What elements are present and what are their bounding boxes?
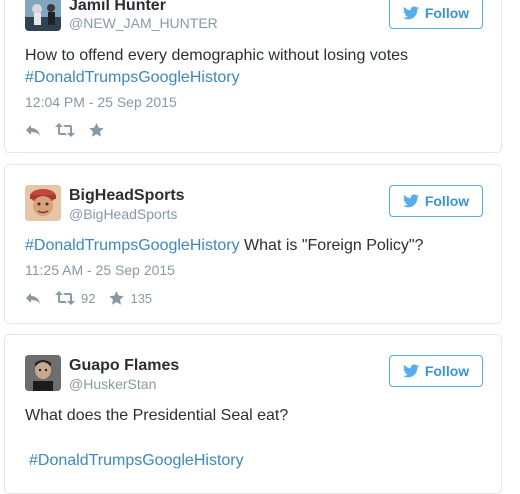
- timestamp[interactable]: 11:25 AM - 25 Sep 2015: [25, 262, 175, 278]
- tweet-actions: [25, 121, 118, 139]
- retweet-count: 92: [81, 290, 96, 306]
- tweet-hashtag-line: #DonaldTrumpsGoogleHistory: [29, 450, 481, 472]
- tweet-actions: 92 135: [25, 289, 166, 307]
- follow-button[interactable]: Follow: [389, 355, 483, 387]
- display-name[interactable]: Jamil Hunter: [69, 0, 166, 15]
- favorite-button[interactable]: [89, 123, 104, 137]
- favorite-icon: [109, 291, 125, 305]
- tweet-card: Jamil Hunter @NEW_JAM_HUNTER Follow How …: [4, 0, 502, 153]
- tweet-text: How to offend every demographic without …: [25, 45, 481, 89]
- follow-label: Follow: [424, 5, 470, 21]
- display-name[interactable]: Guapo Flames: [69, 357, 179, 375]
- favorite-button[interactable]: 135: [109, 291, 152, 306]
- retweet-button[interactable]: 92: [55, 291, 95, 306]
- twitter-bird-icon: [402, 194, 419, 208]
- display-name[interactable]: BigHeadSports: [69, 187, 185, 205]
- tweet-body: What does the Presidential Seal eat?: [25, 407, 289, 424]
- follow-button[interactable]: Follow: [389, 0, 483, 29]
- reply-icon: [26, 125, 40, 136]
- tweet-text: What does the Presidential Seal eat?: [25, 405, 481, 427]
- username[interactable]: @HuskerStan: [69, 376, 156, 392]
- retweet-icon: [55, 291, 75, 305]
- username[interactable]: @BigHeadSports: [69, 206, 177, 222]
- twitter-bird-icon: [402, 364, 419, 378]
- follow-label: Follow: [424, 363, 470, 379]
- retweet-icon: [55, 123, 75, 137]
- follow-button[interactable]: Follow: [389, 185, 483, 217]
- tweet-card: BigHeadSports @BigHeadSports Follow #Don…: [4, 164, 502, 324]
- hashtag-link[interactable]: #DonaldTrumpsGoogleHistory: [25, 237, 240, 254]
- retweet-button[interactable]: [55, 123, 75, 137]
- avatar[interactable]: [25, 0, 61, 31]
- timestamp[interactable]: 12:04 PM - 25 Sep 2015: [25, 94, 177, 110]
- follow-label: Follow: [424, 193, 470, 209]
- favorite-count: 135: [130, 290, 153, 306]
- favorite-icon: [89, 123, 104, 137]
- avatar[interactable]: [25, 355, 61, 391]
- hashtag-link[interactable]: #DonaldTrumpsGoogleHistory: [25, 69, 240, 86]
- tweet-text: #DonaldTrumpsGoogleHistory What is "Fore…: [25, 235, 481, 257]
- hashtag-link[interactable]: #DonaldTrumpsGoogleHistory: [29, 452, 244, 469]
- tweet-body: What is "Foreign Policy"?: [239, 237, 424, 254]
- tweet-card: Guapo Flames @HuskerStan Follow What doe…: [4, 334, 502, 494]
- reply-button[interactable]: [25, 291, 41, 305]
- reply-icon: [26, 293, 40, 304]
- avatar[interactable]: [25, 185, 61, 221]
- username[interactable]: @NEW_JAM_HUNTER: [69, 15, 218, 31]
- reply-button[interactable]: [25, 123, 41, 137]
- twitter-bird-icon: [402, 6, 419, 20]
- tweet-body: How to offend every demographic without …: [25, 47, 409, 64]
